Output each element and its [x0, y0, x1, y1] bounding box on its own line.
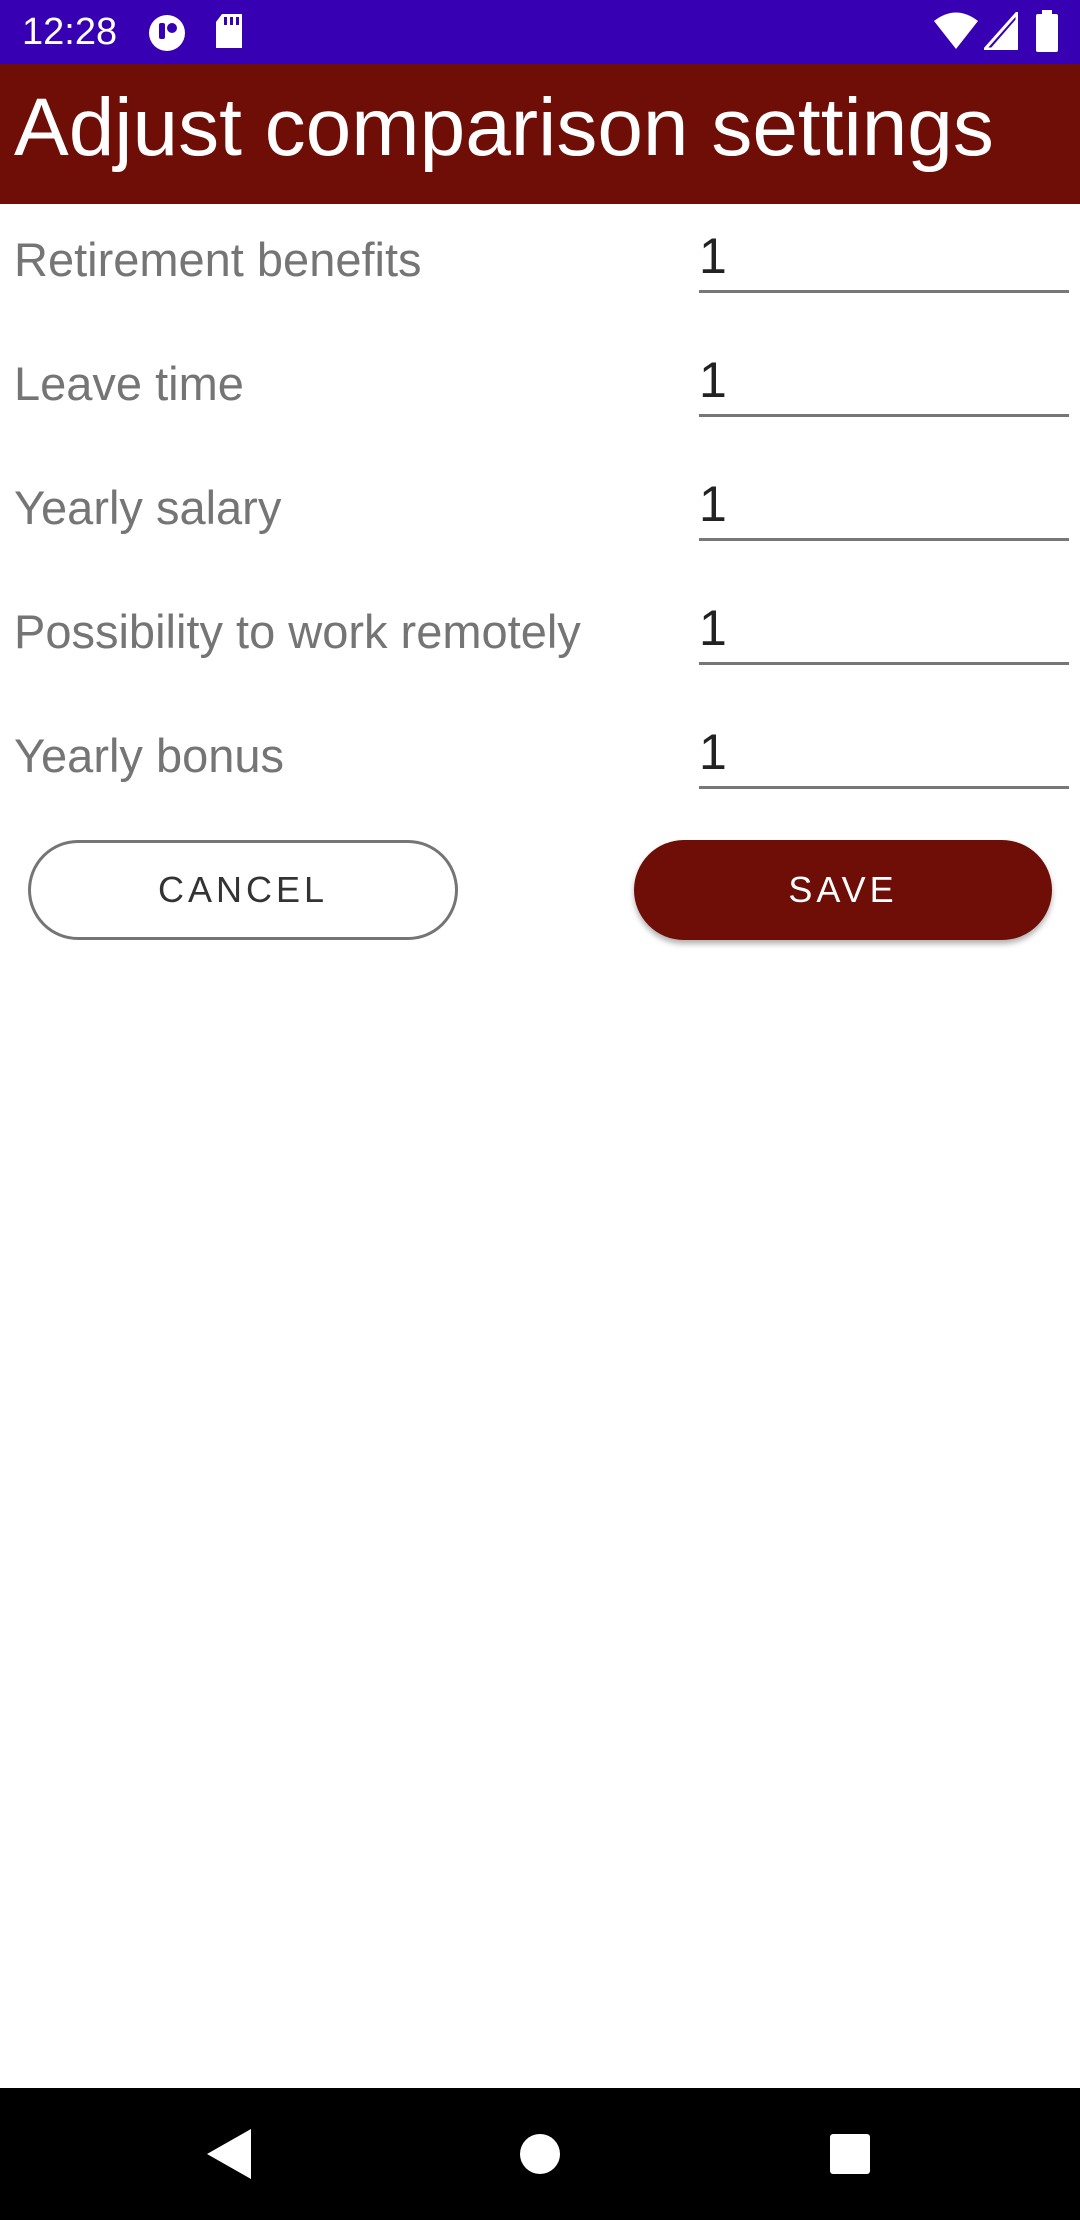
- status-bar: 12:28: [0, 0, 1080, 64]
- field-label: Possibility to work remotely: [14, 605, 581, 658]
- form-row-retirement-benefits: Retirement benefits: [0, 204, 1080, 328]
- page-title: Adjust comparison settings: [14, 82, 994, 173]
- cancel-button[interactable]: CANCEL: [28, 840, 458, 940]
- battery-icon: [1036, 10, 1058, 57]
- yearly-salary-input[interactable]: [699, 470, 1069, 541]
- field-label: Leave time: [14, 357, 244, 410]
- leave-time-input[interactable]: [699, 346, 1069, 417]
- field-label: Retirement benefits: [14, 233, 422, 286]
- form-row-remote-work: Possibility to work remotely: [0, 576, 1080, 700]
- app-notification-icon: [148, 14, 186, 57]
- home-icon: [520, 2134, 560, 2174]
- form-row-yearly-bonus: Yearly bonus: [0, 700, 1080, 824]
- recents-icon: [830, 2134, 870, 2174]
- app-bar: Adjust comparison settings: [0, 64, 1080, 204]
- home-button[interactable]: [504, 2118, 576, 2190]
- back-button[interactable]: [192, 2118, 264, 2190]
- status-time: 12:28: [22, 11, 118, 53]
- form-row-yearly-salary: Yearly salary: [0, 452, 1080, 576]
- retirement-benefits-input[interactable]: [699, 222, 1069, 293]
- cellular-signal-icon: [981, 9, 1019, 55]
- field-label: Yearly bonus: [14, 729, 285, 782]
- sd-card-icon: [214, 14, 244, 55]
- recents-button[interactable]: [814, 2118, 886, 2190]
- remote-work-input[interactable]: [699, 594, 1069, 665]
- yearly-bonus-input[interactable]: [699, 718, 1069, 789]
- field-label: Yearly salary: [14, 481, 282, 534]
- navigation-bar: [0, 2088, 1080, 2220]
- back-icon: [207, 2129, 251, 2179]
- save-button[interactable]: SAVE: [634, 840, 1052, 940]
- form-row-leave-time: Leave time: [0, 328, 1080, 452]
- wifi-icon: [934, 12, 978, 55]
